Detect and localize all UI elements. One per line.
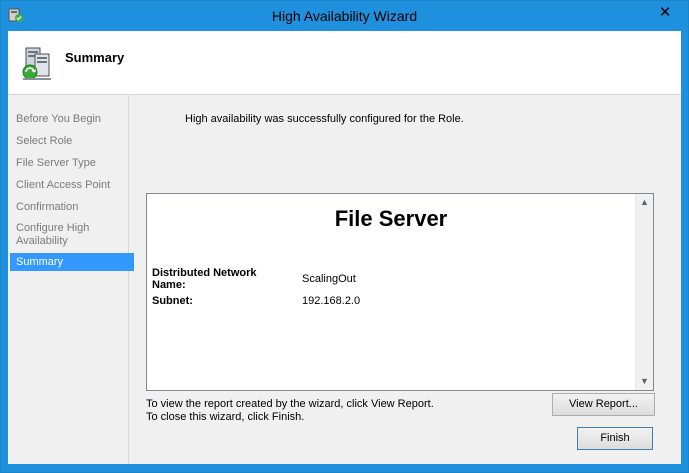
report-value-distributed-network-name: ScalingOut: [302, 273, 356, 285]
nav-item-client-access-point[interactable]: Client Access Point: [10, 179, 134, 192]
report-heading: File Server: [334, 206, 448, 231]
wizard-header: Summary: [8, 31, 681, 95]
instruction-finish: To close this wizard, click Finish.: [146, 411, 305, 423]
nav-item-summary[interactable]: Summary: [10, 253, 134, 271]
view-report-button[interactable]: View Report...: [552, 393, 655, 416]
nav-item-confirmation[interactable]: Confirmation: [10, 201, 134, 214]
nav-item-file-server-type[interactable]: File Server Type: [10, 157, 134, 170]
client-area: Summary Before You Begin Select Role Fil…: [8, 31, 681, 464]
report-label-distributed-network-name: Distributed Network Name:: [152, 267, 257, 291]
server-cluster-icon: [22, 47, 51, 80]
scroll-up-icon[interactable]: ▲: [636, 194, 653, 211]
report-value-subnet: 192.168.2.0: [302, 295, 361, 307]
report-viewer[interactable]: File Server Distributed Network Name: Sc…: [146, 193, 654, 391]
window-title: High Availability Wizard: [271, 8, 418, 24]
wizard-content: High availability was successfully confi…: [129, 95, 681, 464]
scroll-down-icon[interactable]: ▼: [636, 373, 653, 390]
title-bar[interactable]: High Availability Wizard ✕: [1, 1, 688, 31]
success-message: High availability was successfully confi…: [185, 113, 464, 125]
finish-button[interactable]: Finish: [577, 427, 653, 450]
report-label-subnet: Subnet:: [152, 295, 193, 307]
close-icon: ✕: [658, 4, 672, 21]
report-scrollbar[interactable]: ▲ ▼: [635, 194, 653, 390]
wizard-window: High Availability Wizard ✕ Summary Befor…: [0, 0, 689, 473]
instructions: To view the report created by the wizard…: [146, 398, 434, 424]
report-body: File Server Distributed Network Name: Sc…: [147, 194, 635, 390]
close-button[interactable]: ✕: [654, 4, 676, 24]
page-title: Summary: [65, 50, 125, 65]
nav-item-select-role[interactable]: Select Role: [10, 135, 134, 148]
nav-item-before-you-begin[interactable]: Before You Begin: [10, 113, 134, 126]
nav-item-configure-high-availability[interactable]: Configure High Availability: [10, 222, 116, 248]
instruction-view-report: To view the report created by the wizard…: [146, 398, 434, 410]
wizard-step-nav: Before You Begin Select Role File Server…: [8, 95, 134, 464]
